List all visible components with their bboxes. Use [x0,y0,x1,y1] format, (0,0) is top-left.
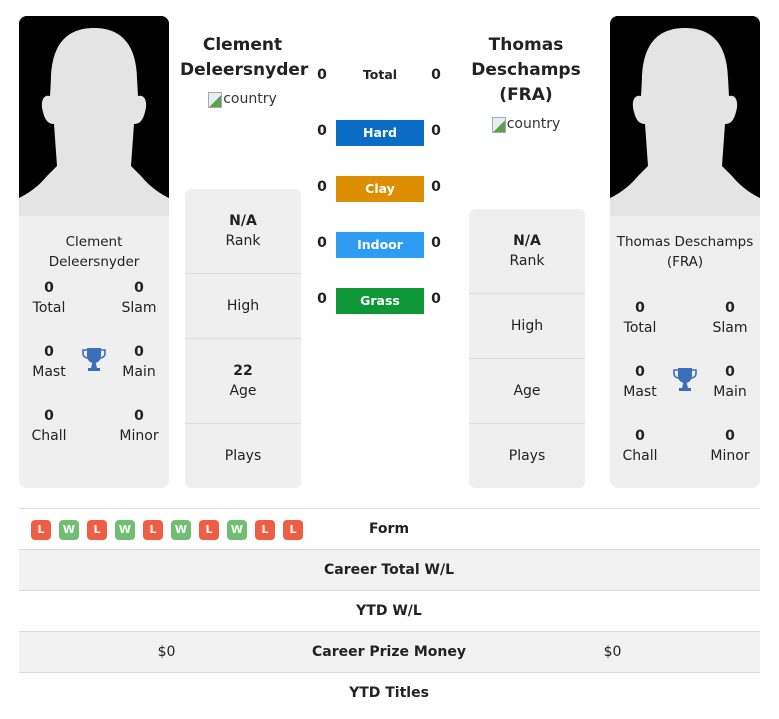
avatar-silhouette-icon [610,16,760,216]
titles-main: 0 Main [713,364,747,400]
titles-mast: 0 Mast [623,364,657,400]
player1-info: N/A Rank High 22 Age Plays [185,189,301,488]
h2h-grass-right: 0 [431,291,441,307]
table-row: YTD Titles [19,673,760,714]
player2-header: Thomas Deschamps (FRA) country [465,33,587,141]
player2-titles: 0 Total 0 Slam 0 Mast 0 Main 0 Chall 0 Minor [610,298,760,498]
h2h-clay-left: 0 [317,179,327,195]
player1-name[interactable]: Clement Deleersnyder [180,33,308,83]
h2h-hard-left: 0 [317,123,327,139]
player2-name[interactable]: Thomas Deschamps (FRA) [465,33,587,108]
table-row: YTD W/L [19,591,760,632]
table-row: Career Total W/L [19,550,760,591]
h2h-hard-right: 0 [431,123,441,139]
titles-minor: 0 Minor [710,428,750,464]
form-label: Form [368,521,410,537]
info-plays: Plays [508,448,546,464]
titles-chall: 0 Chall [31,408,67,444]
h2h-total-left: 0 [317,67,327,83]
player2-info: N/A Rank High Age Plays [469,209,585,488]
row-label: Career Prize Money [311,644,466,660]
titles-mast: 0 Mast [32,344,66,380]
row-label: YTD Titles [349,685,429,701]
titles-chall: 0 Chall [622,428,658,464]
titles-main: 0 Main [122,344,156,380]
row-right-value: $0 [603,644,622,660]
broken-image-icon [208,91,223,108]
table-row: $0 Career Prize Money $0 [19,632,760,673]
player1-form: LWLWLWLWLL [31,520,303,540]
row-left-value: $0 [157,644,176,660]
info-age: Age [469,359,585,424]
form-badge-win[interactable]: W [59,520,79,540]
h2h-hard-row: 0 Hard 0 [310,119,450,146]
titles-slam: 0 Slam [121,280,157,316]
form-badge-win[interactable]: W [171,520,191,540]
player2-country-flag: country [491,112,560,137]
h2h-clay-row: 0 Clay 0 [310,175,450,202]
trophy-icon [673,368,697,391]
surface-hard-badge: Hard [336,120,424,146]
info-high: High [185,274,301,339]
info-rank: N/A Rank [469,209,585,294]
form-badge-loss[interactable]: L [199,520,219,540]
avatar-silhouette-icon [19,16,169,216]
titles-total: 0 Total [32,280,66,316]
surface-indoor-badge: Indoor [336,232,424,258]
info-age: 22 Age [185,339,301,424]
player2-card: Thomas Deschamps (FRA) 0 Total 0 Slam 0 Mas… [610,216,760,488]
info-plays: Plays [224,448,262,464]
info-rank: N/A Rank [185,189,301,274]
surface-clay-badge: Clay [336,176,424,202]
broken-image-icon [491,116,506,133]
trophy-icon [82,348,106,371]
h2h-total-right: 0 [431,67,441,83]
surface-grass-badge: Grass [336,288,424,314]
form-row: LWLWLWLWLL Form [19,509,760,550]
h2h-total-label: Total [362,67,398,82]
form-badge-loss[interactable]: L [255,520,275,540]
player1-card: Clement Deleersnyder 0 Total 0 Slam 0 Mast … [19,216,169,488]
titles-minor: 0 Minor [119,408,159,444]
h2h-clay-right: 0 [431,179,441,195]
h2h-indoor-row: 0 Indoor 0 [310,231,450,258]
row-label: YTD W/L [356,603,422,619]
player1-card-name[interactable]: Clement Deleersnyder [19,216,169,278]
player2-photo [610,16,760,216]
row-label: Career Total W/L [324,562,454,578]
form-badge-win[interactable]: W [227,520,247,540]
comparison-table: LWLWLWLWLL Form Career Total W/L YTD W/L… [19,508,760,714]
player1-titles: 0 Total 0 Slam 0 Mast 0 Main 0 Chall 0 Minor [19,278,169,478]
form-badge-loss[interactable]: L [31,520,51,540]
h2h-grass-left: 0 [317,291,327,307]
titles-total: 0 Total [623,300,657,336]
h2h-indoor-right: 0 [431,235,441,251]
player1-photo [19,16,169,216]
form-badge-loss[interactable]: L [143,520,163,540]
player1-country-flag: country [208,87,277,112]
player2-card-name[interactable]: Thomas Deschamps (FRA) [610,216,760,298]
form-badge-win[interactable]: W [115,520,135,540]
titles-slam: 0 Slam [712,300,748,336]
h2h-total-row: 0 Total 0 [310,63,450,87]
h2h-indoor-left: 0 [317,235,327,251]
form-badge-loss[interactable]: L [87,520,107,540]
h2h-grass-row: 0 Grass 0 [310,287,450,314]
player1-header: Clement Deleersnyder country [180,33,308,116]
info-high: High [469,294,585,359]
